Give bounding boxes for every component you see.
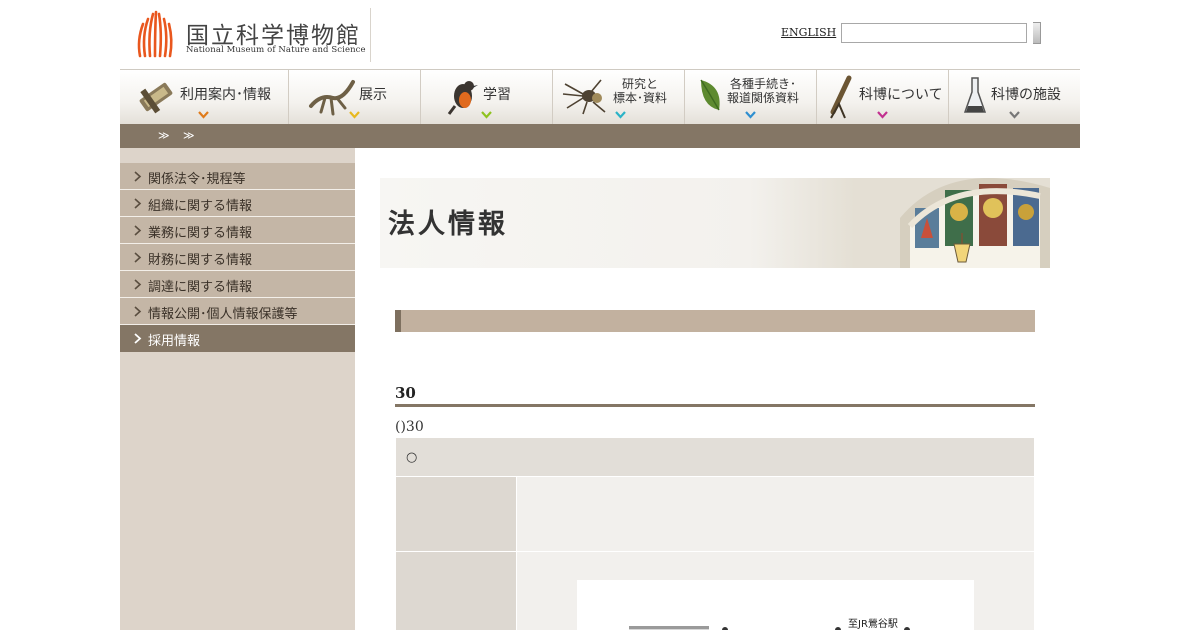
nav-item-facilities[interactable]: 科博の施設 [949, 70, 1080, 124]
nav-item-research[interactable]: 研究と 標本･資料 [553, 70, 685, 124]
nav-label-line1: 研究と [622, 77, 659, 91]
map-label: 至JR鶯谷駅 [848, 619, 898, 630]
nav-label-line2: 標本･資料 [613, 91, 668, 105]
chevron-down-icon [877, 111, 888, 119]
nav-item-procedures[interactable]: 各種手続き･ 報道関係資料 [685, 70, 817, 124]
nav-label-line1: 各種手続き･ [730, 77, 797, 91]
section-bar-accent [395, 310, 401, 332]
table-header-cell [395, 551, 517, 630]
guide-map-icon [139, 82, 173, 114]
sidebar-item-disclosure[interactable]: 情報公開･個人情報保護等 [120, 298, 355, 325]
nav-label: 科博の施設 [991, 87, 1061, 103]
nav-label: 各種手続き･ 報道関係資料 [727, 77, 799, 105]
chevron-down-icon [1009, 111, 1020, 119]
header-divider [370, 8, 371, 62]
section-heading-bar [395, 310, 1035, 332]
nav-item-learning[interactable]: 学習 [421, 70, 553, 124]
english-link[interactable]: ENGLISH [781, 26, 836, 39]
access-map: 至JR鶯谷駅 [577, 580, 974, 630]
chevron-right-icon [134, 225, 142, 236]
sidebar-item-operations[interactable]: 業務に関する情報 [120, 217, 355, 244]
spider-icon [562, 79, 606, 115]
chevron-right-icon [134, 279, 142, 290]
title-banner: 法人情報 [380, 178, 1050, 268]
nav-label: 研究と 標本･資料 [613, 77, 667, 105]
nav-item-about[interactable]: 科博について [817, 70, 949, 124]
table-caption-row: ○ [395, 437, 1035, 477]
chevron-right-icon [134, 171, 142, 182]
nav-label: 科博について [859, 87, 943, 103]
table-header-cell [395, 476, 517, 552]
breadcrumb: ≫ ≫ [120, 124, 1080, 148]
sidebar-item-procurement[interactable]: 調達に関する情報 [120, 271, 355, 298]
chevron-down-icon [198, 111, 209, 119]
sidebar-item-label: 業務に関する情報 [148, 226, 253, 241]
chevron-right-icon [134, 252, 142, 263]
sidebar-item-recruitment[interactable]: 採用情報 [120, 325, 355, 352]
sidebar-item-finance[interactable]: 財務に関する情報 [120, 244, 355, 271]
flask-icon [963, 77, 987, 113]
sidebar-item-label: 組織に関する情報 [148, 199, 253, 214]
table-data-cell [516, 476, 1035, 552]
sidebar-item-label: 調達に関する情報 [148, 280, 253, 295]
telescope-icon [830, 75, 852, 119]
nav-label: 展示 [359, 87, 387, 103]
sidebar-item-label: 採用情報 [148, 334, 201, 349]
search-button[interactable] [1033, 22, 1041, 44]
global-nav: 利用案内･情報 展示 学習 研究と 標本･資料 各種手続き･ 報道関係資料 科博… [120, 69, 1080, 124]
chevron-right-icon [134, 306, 142, 317]
table-row [395, 476, 1035, 552]
main-content: 法人情報 30 ()30 ○ 至JR鶯谷駅 [355, 148, 1080, 630]
sidebar-item-laws[interactable]: 関係法令･規程等 [120, 163, 355, 190]
header: 国立科学博物館 National Museum of Nature and Sc… [120, 0, 1080, 69]
nav-label: 学習 [483, 87, 511, 103]
chevron-down-icon [481, 111, 492, 119]
content-note: ()30 [395, 419, 424, 435]
page-title: 法人情報 [388, 209, 508, 240]
chevron-down-icon [349, 111, 360, 119]
nav-label: 利用案内･情報 [180, 87, 271, 103]
logo-subtitle: National Museum of Nature and Science [186, 45, 366, 55]
sidebar-item-label: 情報公開･個人情報保護等 [148, 307, 298, 322]
chevron-down-icon [615, 111, 626, 119]
map-graphic [629, 626, 910, 630]
chevron-right-icon [134, 198, 142, 209]
stained-glass-banner-image [750, 178, 1050, 268]
museum-logo[interactable]: 国立科学博物館 National Museum of Nature and Sc… [130, 8, 370, 60]
search-input[interactable] [841, 23, 1027, 43]
table-caption-cell: ○ [395, 437, 1035, 477]
sidebar: 関係法令･規程等 組織に関する情報 業務に関する情報 財務に関する情報 調達に関… [120, 148, 355, 630]
sidebar-top [120, 148, 355, 163]
leaf-icon [700, 79, 720, 111]
content-heading: 30 [395, 384, 1035, 407]
nav-label-line2: 報道関係資料 [727, 91, 800, 105]
nav-item-exhibition[interactable]: 展示 [289, 70, 421, 124]
bird-icon [447, 81, 478, 115]
sidebar-item-label: 関係法令･規程等 [148, 172, 246, 187]
nav-item-guide[interactable]: 利用案内･情報 [120, 70, 289, 124]
breadcrumb-separator: ≫ [158, 129, 170, 142]
sidebar-item-label: 財務に関する情報 [148, 253, 253, 268]
museum-logo-icon [137, 10, 173, 58]
breadcrumb-separator: ≫ [183, 129, 195, 142]
chevron-down-icon [745, 111, 756, 119]
chevron-right-icon [134, 333, 142, 344]
sidebar-item-organization[interactable]: 組織に関する情報 [120, 190, 355, 217]
